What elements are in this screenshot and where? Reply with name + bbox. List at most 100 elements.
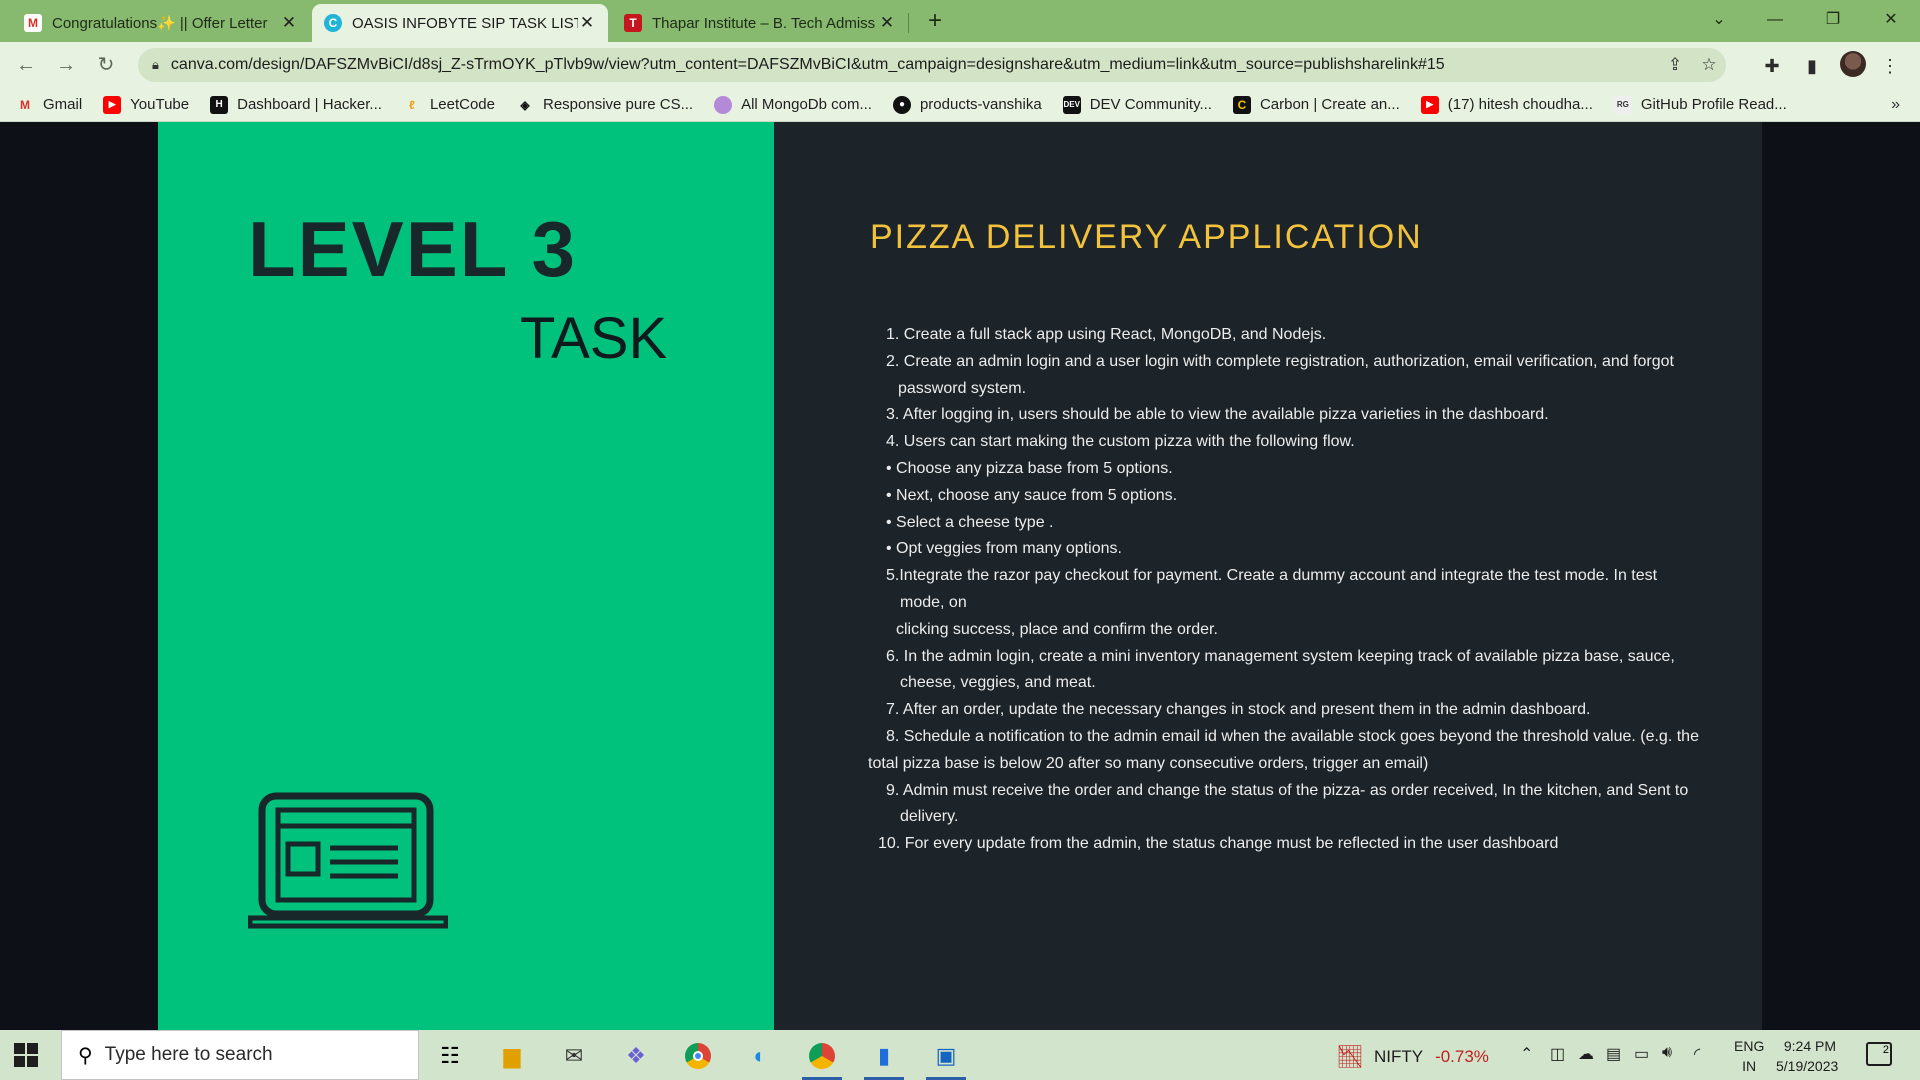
back-button[interactable]: ←	[10, 49, 42, 81]
address-bar[interactable]: 🔒︎ canva.com/design/DAFSZMvBiCI/d8sj_Z-s…	[138, 48, 1726, 82]
extensions-icon[interactable]: ✚	[1758, 52, 1786, 80]
windows-start-icon[interactable]	[14, 1043, 38, 1067]
notification-count: 2	[1882, 1044, 1889, 1056]
leetcode-icon: ℓ	[409, 97, 415, 112]
bookmark-label: Responsive pure CS...	[543, 96, 694, 113]
clock-date: 5/19/2023	[1776, 1058, 1839, 1074]
forward-button[interactable]: →	[50, 49, 82, 81]
bookmark-label: YouTube	[130, 96, 190, 113]
bookmark-dev[interactable]: DEV DEV Community...	[1062, 95, 1212, 114]
side-panel-icon[interactable]: ▮	[1798, 52, 1826, 80]
tab-canva[interactable]: C OASIS INFOBYTE SIP TASK LIST ✕	[312, 4, 608, 42]
list-item: • Next, choose any sauce from 5 options.	[886, 486, 1178, 504]
task-view-icon[interactable]: ☷	[430, 1038, 470, 1074]
stock-widget[interactable]: 📉︎ NIFTY -0.73%	[1336, 1044, 1489, 1070]
copilot-icon[interactable]: ❖	[616, 1038, 656, 1074]
chevron-up-icon[interactable]: ⌃	[1520, 1044, 1533, 1064]
close-icon[interactable]: ✕	[878, 13, 896, 33]
taskbar-search[interactable]: ⚲ Type here to search	[61, 1030, 419, 1080]
wifi-monitor-icon[interactable]: ▤	[1606, 1044, 1621, 1064]
battery-icon[interactable]: ▭	[1634, 1044, 1649, 1064]
share-icon[interactable]: ⇪	[1658, 55, 1692, 75]
list-item: password system.	[898, 379, 1027, 397]
canva-icon: C	[324, 14, 342, 32]
task-heading: TASK	[520, 306, 668, 371]
laptop-icon	[248, 792, 448, 929]
clock[interactable]: 9:24 PM 5/19/2023	[1776, 1036, 1839, 1076]
close-icon[interactable]: ✕	[280, 13, 298, 33]
list-item: 8. Schedule a notification to the admin …	[886, 727, 1699, 745]
bookmark-label: Carbon | Create an...	[1259, 96, 1400, 113]
bookmark-label: products-vanshika	[919, 96, 1042, 113]
lock-icon[interactable]: 🔒︎	[152, 57, 159, 73]
tab-title: Congratulations✨ || Offer Letter	[52, 15, 268, 32]
level-heading: LEVEL 3	[248, 205, 578, 293]
tab-thapar[interactable]: T Thapar Institute – B. Tech Admiss ✕	[612, 4, 908, 42]
volume-icon[interactable]: 🔊︎	[1662, 1044, 1672, 1062]
thapar-icon: T	[624, 14, 642, 32]
language-indicator[interactable]: ENG IN	[1734, 1036, 1764, 1076]
list-item: mode, on	[900, 593, 967, 611]
minimize-button[interactable]: —	[1752, 4, 1798, 36]
list-item: 6. In the admin login, create a mini inv…	[886, 647, 1675, 665]
reload-button[interactable]: ↻	[90, 49, 122, 81]
list-item: • Choose any pizza base from 5 options.	[886, 459, 1173, 477]
list-item: 7. After an order, update the necessary …	[886, 701, 1591, 719]
file-explorer-icon[interactable]: ▆	[492, 1038, 532, 1074]
bookmark-label: LeetCode	[429, 96, 495, 113]
youtube-icon: ▶	[103, 95, 122, 114]
window-close-button[interactable]: ✕	[1868, 4, 1914, 36]
gmail-icon: M	[20, 97, 30, 112]
clock-time: 9:24 PM	[1783, 1038, 1836, 1054]
tab-gmail[interactable]: M Congratulations✨ || Offer Letter ✕	[12, 4, 310, 42]
list-item: total pizza base is below 20 after so ma…	[868, 754, 1429, 772]
github-icon: ●	[892, 95, 911, 114]
list-item: 9. Admin must receive the order and chan…	[886, 781, 1689, 799]
tab-title: Thapar Institute – B. Tech Admiss	[652, 14, 876, 32]
wifi-icon[interactable]: ◜	[1694, 1044, 1700, 1064]
carbon-icon: C	[1232, 95, 1251, 114]
list-item: 1. Create a full stack app using React, …	[886, 326, 1327, 343]
cloud-icon[interactable]: ☁	[1578, 1044, 1594, 1064]
bookmark-codepen[interactable]: ◈ Responsive pure CS...	[516, 96, 693, 114]
bookmark-github-readme[interactable]: RG GitHub Profile Read...	[1613, 95, 1787, 114]
document-icon[interactable]: ▮	[864, 1038, 904, 1080]
slide-title: PIZZA DELIVERY APPLICATION	[870, 218, 1423, 256]
url-text[interactable]: canva.com/design/DAFSZMvBiCI/d8sj_Z-sTrm…	[171, 56, 1658, 74]
language-code: ENG	[1734, 1038, 1765, 1054]
notification-icon[interactable]: 2	[1866, 1042, 1892, 1066]
profile-avatar[interactable]	[1840, 51, 1866, 77]
chrome-icon[interactable]	[678, 1038, 718, 1074]
restore-button[interactable]: ❐	[1810, 4, 1856, 36]
bookmark-star-icon[interactable]: ☆	[1692, 55, 1726, 75]
bookmark-products-vanshika[interactable]: ● products-vanshika	[892, 95, 1042, 114]
mail-icon[interactable]: ✉	[554, 1038, 594, 1074]
bookmark-youtube[interactable]: ▶ YouTube	[103, 95, 190, 114]
edge-icon[interactable]: ◐	[740, 1038, 780, 1074]
bookmark-gmail[interactable]: M Gmail	[16, 96, 82, 114]
bookmark-hitesh[interactable]: ▶ (17) hitesh choudha...	[1420, 95, 1593, 114]
close-icon[interactable]: ✕	[578, 13, 596, 33]
list-item: cheese, veggies, and meat.	[900, 674, 1096, 692]
chrome-profile-icon[interactable]	[802, 1038, 842, 1080]
bookmark-mongodb[interactable]: All MongoDb com...	[714, 95, 872, 114]
store-icon[interactable]: ▣	[926, 1038, 966, 1080]
browser-toolbar: ← → ↻ 🔒︎ canva.com/design/DAFSZMvBiCI/d8…	[0, 42, 1920, 88]
youtube-icon: ▶	[1420, 95, 1439, 114]
windows-taskbar: ⚲ Type here to search ☷ ▆ ✉ ❖ ◐ ▮ ▣ 📉︎ N…	[0, 1030, 1920, 1080]
dev-icon: DEV	[1062, 95, 1081, 114]
region-code: IN	[1742, 1058, 1757, 1074]
camera-icon[interactable]: ◫	[1550, 1044, 1565, 1064]
canva-viewer: LEVEL 3 TASK PIZZA DELIVERY APPLICATION …	[0, 122, 1920, 1030]
search-icon: ⚲	[78, 1044, 93, 1067]
hackerrank-icon: H	[210, 95, 229, 114]
bookmark-leetcode[interactable]: ℓ LeetCode	[403, 96, 495, 114]
bookmarks-overflow-icon[interactable]: »	[1891, 96, 1900, 114]
bookmark-carbon[interactable]: C Carbon | Create an...	[1232, 95, 1400, 114]
bookmark-hackerrank[interactable]: H Dashboard | Hacker...	[210, 95, 382, 114]
new-tab-button[interactable]: +	[920, 7, 950, 37]
avatar-icon	[714, 95, 733, 114]
menu-icon[interactable]: ⋮	[1876, 52, 1904, 80]
tab-search-chevron-icon[interactable]: ⌄	[1696, 4, 1742, 36]
bookmark-label: All MongoDb com...	[741, 96, 872, 113]
